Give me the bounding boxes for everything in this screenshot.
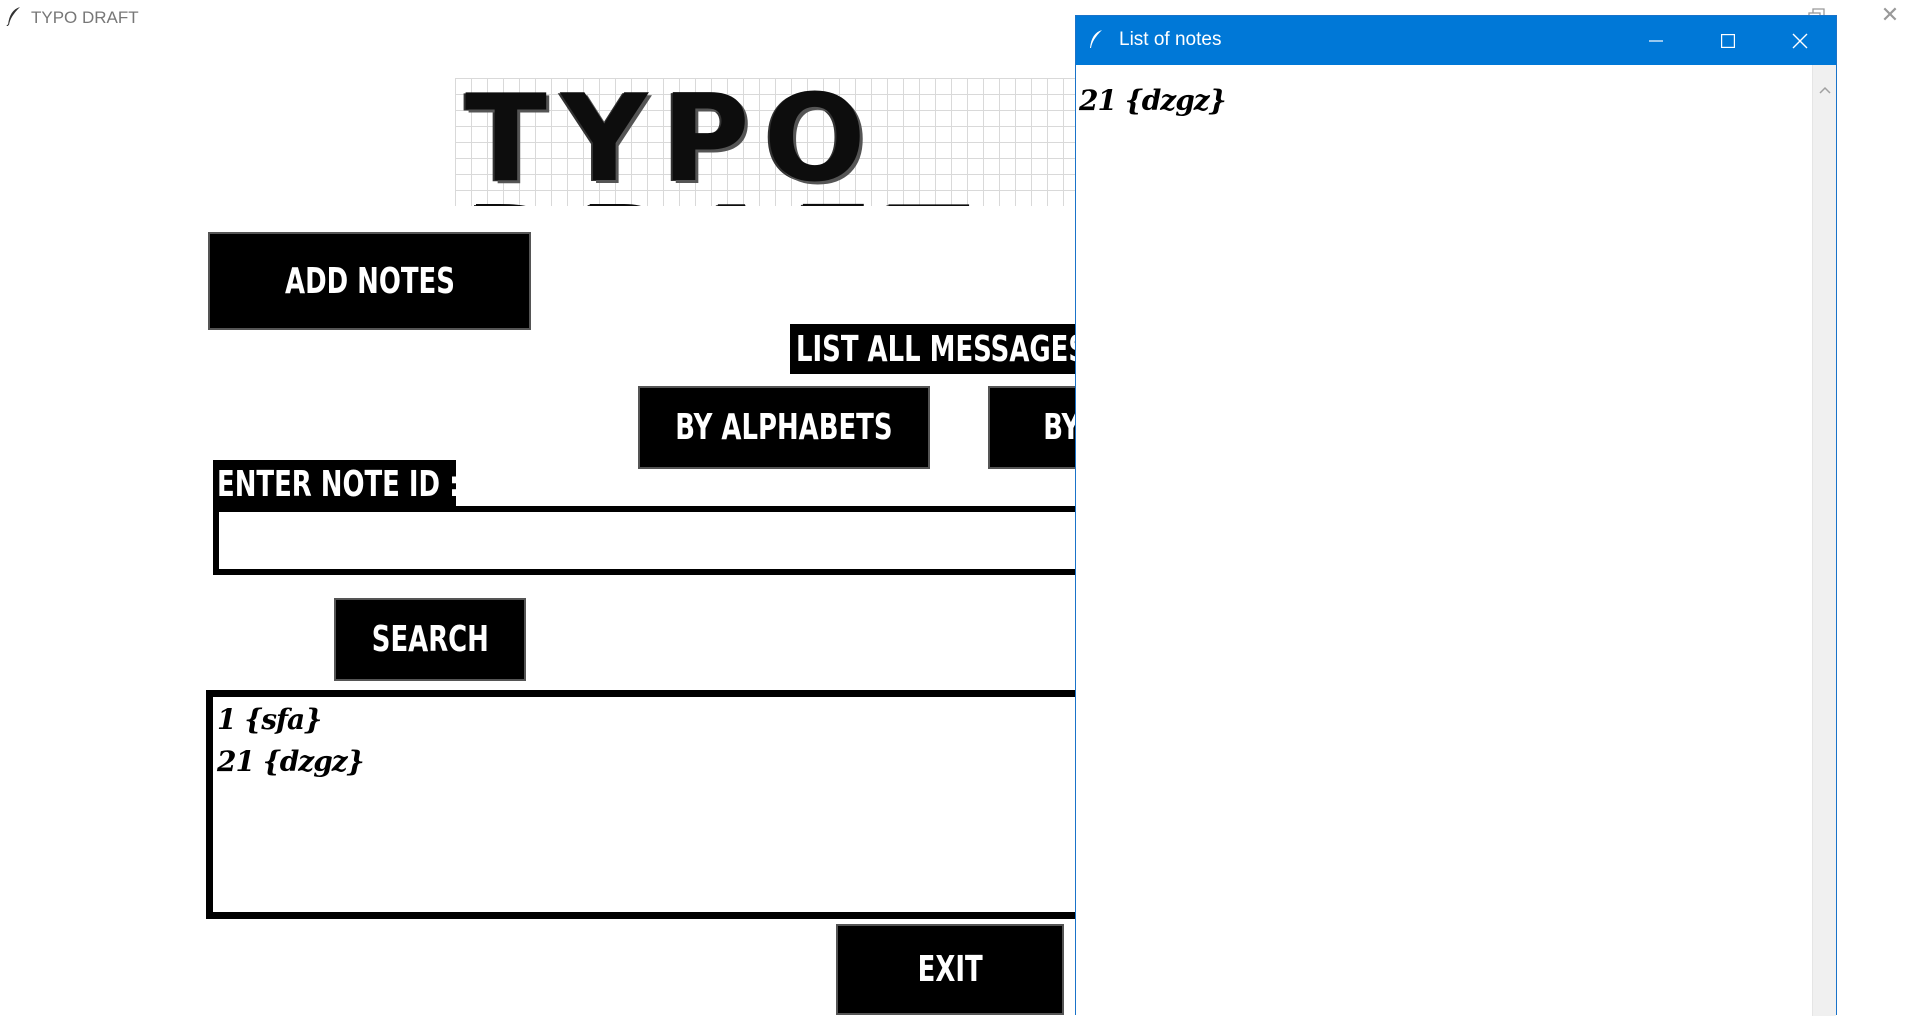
exit-label: EXIT (917, 949, 983, 990)
notes-listbox[interactable]: 21 {dzgz} (1076, 65, 1811, 1016)
by-id-button[interactable]: BY (988, 386, 1088, 469)
minimize-button[interactable] (1620, 16, 1692, 65)
quill-icon (1090, 30, 1102, 48)
close-button[interactable] (1764, 16, 1836, 65)
maximize-button[interactable] (1692, 16, 1764, 65)
notes-output-box[interactable]: 1 {sfa} 21 {dzgz} (206, 690, 1106, 919)
window-title: TYPO DRAFT (31, 8, 139, 27)
exit-button[interactable]: EXIT (836, 924, 1064, 1015)
list-of-notes-window: List of notes 21 {dzgz} (1075, 15, 1837, 1016)
close-icon[interactable]: ✕ (1878, 4, 1902, 28)
vertical-scrollbar[interactable] (1812, 65, 1836, 1016)
add-notes-label: ADD NOTES (284, 260, 455, 302)
notes-window-title: List of notes (1119, 29, 1222, 50)
notes-titlebar[interactable]: List of notes (1076, 16, 1836, 65)
by-alphabets-label: BY ALPHABETS (675, 407, 893, 448)
enter-note-id-text: ENTER NOTE ID : (217, 463, 456, 505)
search-button[interactable]: SEARCH (334, 598, 526, 681)
enter-note-id-label: ENTER NOTE ID : (213, 460, 456, 508)
list-all-messages-label: LIST ALL MESSAGES : (790, 324, 1080, 374)
by-alphabets-button[interactable]: BY ALPHABETS (638, 386, 930, 469)
minimize-icon (1649, 39, 1663, 42)
add-notes-button[interactable]: ADD NOTES (208, 232, 531, 330)
maximize-icon (1721, 33, 1735, 48)
chevron-up-icon[interactable] (1817, 83, 1833, 97)
list-item: 21 {dzgz} (217, 745, 365, 778)
search-label: SEARCH (371, 619, 489, 660)
list-item: 1 {sfa} (217, 703, 322, 736)
quill-icon (6, 7, 20, 26)
list-item[interactable]: 21 {dzgz} (1079, 83, 1808, 119)
note-id-input[interactable] (213, 506, 1113, 575)
close-icon (1792, 33, 1808, 48)
list-all-messages-text: LIST ALL MESSAGES : (796, 328, 1080, 370)
